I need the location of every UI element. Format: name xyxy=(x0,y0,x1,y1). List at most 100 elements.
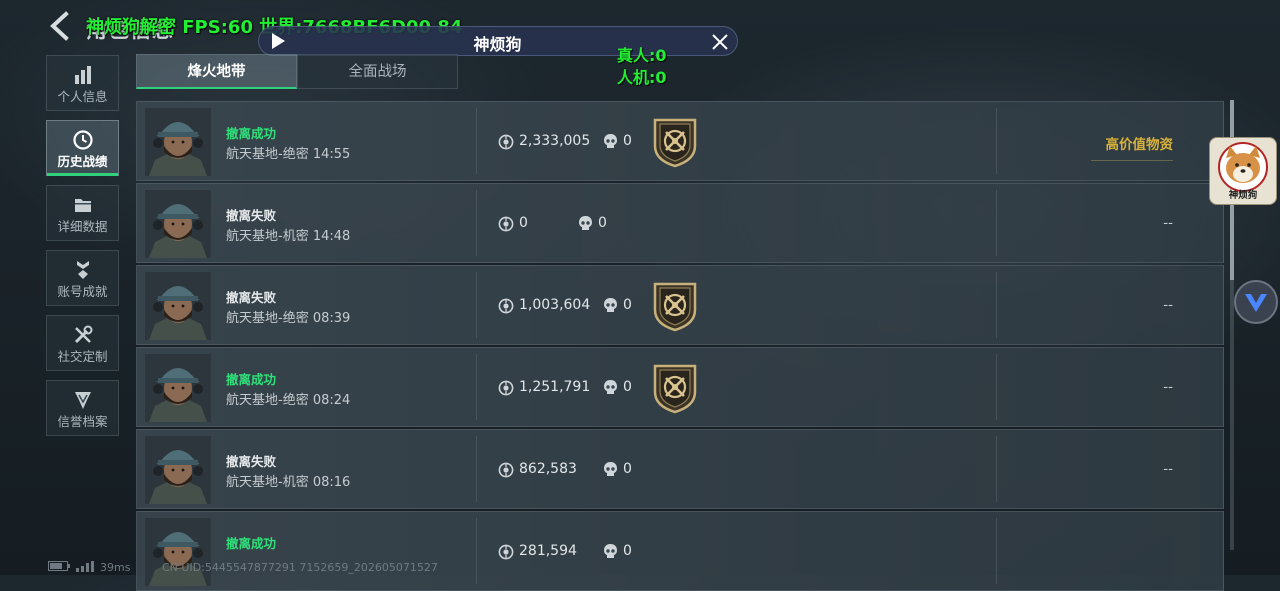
close-icon xyxy=(712,34,728,50)
extraction-status: 撤离失败 xyxy=(226,208,277,223)
operator-portrait xyxy=(145,518,211,586)
map-and-time: 航天基地-绝密 08:39 xyxy=(226,311,351,326)
divider xyxy=(476,518,477,584)
operator-portrait xyxy=(145,354,211,422)
coin-icon xyxy=(498,298,514,314)
history-record-row[interactable]: 撤离失败 航天基地-机密 14:48 0 0 -- xyxy=(136,183,1224,263)
high-value-loot-label: 高价值物资 xyxy=(1105,137,1174,153)
loot-value: 1,251,791 xyxy=(519,379,591,395)
loot-placeholder: -- xyxy=(1163,379,1173,395)
uid-text: CN UID:5445547877291 7152659_20260507152… xyxy=(162,561,438,574)
sidebar-item-history[interactable]: 历史战绩 xyxy=(46,120,119,176)
loot-value: 1,003,604 xyxy=(519,297,591,313)
shield-icon xyxy=(74,392,91,409)
play-button[interactable] xyxy=(268,31,288,51)
divider xyxy=(476,354,477,420)
history-record-row[interactable]: 撤离成功 航天基地-绝密 08:24 1,251,791 0 -- xyxy=(136,347,1224,427)
tab-warzone[interactable]: 烽火地带 xyxy=(136,54,297,89)
map-and-time: 航天基地-机密 14:48 xyxy=(226,229,351,244)
coin-icon xyxy=(498,380,514,396)
extraction-badge-icon xyxy=(653,118,697,168)
operator-avatar xyxy=(145,518,211,586)
divider xyxy=(476,108,477,174)
divider xyxy=(996,272,997,338)
extraction-badge xyxy=(651,116,699,168)
signal-icon xyxy=(76,561,94,575)
coin-icon xyxy=(498,216,514,232)
sidebar-item-label: 历史战绩 xyxy=(57,154,108,169)
operator-avatar xyxy=(145,436,211,504)
ping-value: 39ms xyxy=(100,561,131,574)
divider xyxy=(996,190,997,256)
sidebar-item-social[interactable]: 社交定制 xyxy=(46,315,119,371)
shiba-dog-icon xyxy=(1218,142,1268,192)
overlay-avatar-button[interactable]: 神烦狗 xyxy=(1209,137,1277,205)
clock-icon xyxy=(72,130,93,150)
chevron-left-icon xyxy=(50,11,69,41)
operator-avatar xyxy=(145,354,211,422)
divider xyxy=(996,518,997,584)
sidebar-item-label: 社交定制 xyxy=(57,349,108,364)
floating-v-button[interactable] xyxy=(1234,280,1278,324)
map-and-time: 航天基地-机密 08:16 xyxy=(226,475,351,490)
loot-value: 281,594 xyxy=(519,543,577,559)
divider xyxy=(996,108,997,174)
achievement-icon xyxy=(76,261,89,279)
kill-count: 0 xyxy=(623,461,632,477)
extraction-status: 撤离失败 xyxy=(226,454,277,469)
extraction-status: 撤离失败 xyxy=(226,290,277,305)
skull-icon xyxy=(604,134,617,148)
history-record-row[interactable]: 撤离成功 航天基地-绝密 14:55 2,333,005 0 高价值物资 xyxy=(136,101,1224,181)
operator-portrait xyxy=(145,190,211,258)
sidebar-item-achievements[interactable]: 账号成就 xyxy=(46,250,119,306)
kill-count: 0 xyxy=(598,215,607,231)
history-record-row[interactable]: 撤离失败 航天基地-绝密 08:39 1,003,604 0 -- xyxy=(136,265,1224,345)
loot-value: 0 xyxy=(519,215,528,231)
sidebar-item-label: 账号成就 xyxy=(57,284,108,299)
extraction-badge-icon xyxy=(653,282,697,332)
v-logo-icon xyxy=(1245,294,1267,312)
coin-icon xyxy=(498,544,514,560)
kill-count: 0 xyxy=(623,297,632,313)
operator-portrait xyxy=(145,436,211,504)
history-record-row[interactable]: 撤离失败 航天基地-机密 08:16 862,583 0 -- xyxy=(136,429,1224,509)
loot-underline xyxy=(1091,160,1173,161)
overlay-avatar-label: 神烦狗 xyxy=(1228,190,1258,201)
map-and-time: 航天基地-绝密 08:24 xyxy=(226,393,351,408)
tools-icon xyxy=(74,325,92,344)
coin-icon xyxy=(498,134,514,150)
extraction-badge xyxy=(651,362,699,414)
skull-icon xyxy=(604,298,617,312)
extraction-badge xyxy=(651,280,699,332)
kill-count: 0 xyxy=(623,133,632,149)
sidebar-item-label: 详细数据 xyxy=(57,219,108,234)
sidebar-item-details[interactable]: 详细数据 xyxy=(46,185,119,241)
skull-icon xyxy=(604,380,617,394)
map-and-time: 航天基地-绝密 14:55 xyxy=(226,147,351,162)
divider xyxy=(996,436,997,502)
loot-value: 862,583 xyxy=(519,461,577,477)
overlay-title: 神烦狗 xyxy=(473,35,522,54)
bar-chart-icon xyxy=(74,66,91,84)
bot-count: 人机:0 xyxy=(617,68,667,87)
back-button[interactable] xyxy=(44,10,76,42)
loot-placeholder: -- xyxy=(1163,461,1173,477)
extraction-status: 撤离成功 xyxy=(226,536,277,551)
kill-count: 0 xyxy=(623,379,632,395)
loot-value: 2,333,005 xyxy=(519,133,591,149)
extraction-badge-icon xyxy=(653,364,697,414)
sidebar-item-profile[interactable]: 个人信息 xyxy=(46,55,119,111)
operator-portrait xyxy=(145,108,211,176)
operator-portrait xyxy=(145,272,211,340)
close-button[interactable] xyxy=(708,30,732,54)
sidebar-item-label: 信誉档案 xyxy=(57,414,108,429)
tab-all-out-battle[interactable]: 全面战场 xyxy=(297,54,458,89)
extraction-status: 撤离成功 xyxy=(226,372,277,387)
sidebar-item-credit[interactable]: 信誉档案 xyxy=(46,380,119,436)
history-record-row[interactable]: 撤离成功 281,594 0 xyxy=(136,511,1224,591)
skull-icon xyxy=(604,462,617,476)
divider xyxy=(476,436,477,502)
operator-avatar xyxy=(145,108,211,176)
real-player-count: 真人:0 xyxy=(617,46,667,65)
divider xyxy=(476,272,477,338)
